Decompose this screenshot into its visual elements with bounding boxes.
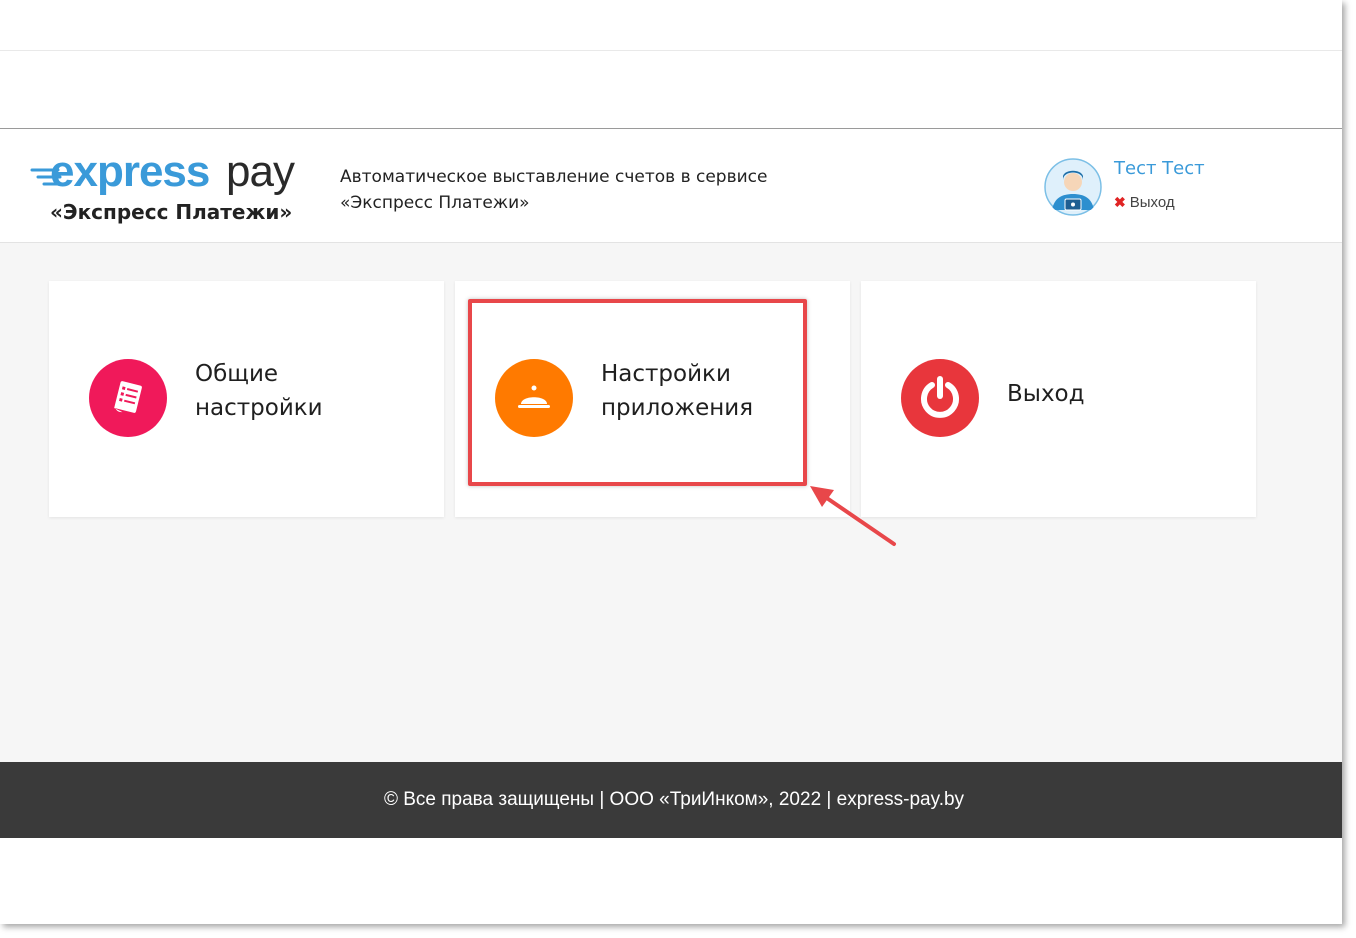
top-strip — [0, 0, 1342, 51]
browser-page: express pay «Экспресс Платежи» Автоматич… — [0, 0, 1342, 924]
expresspay-logo[interactable]: express pay «Экспресс Платежи» — [28, 144, 308, 234]
logo-subtitle: «Экспресс Платежи» — [50, 200, 293, 224]
general-settings-card[interactable]: Общие настройки — [49, 281, 444, 517]
main-content: Общие настройки Настройки приложения Вых… — [0, 243, 1342, 762]
user-avatar-icon[interactable] — [1044, 158, 1102, 216]
site-footer: © Все права защищены | ООО «ТриИнком», 2… — [0, 762, 1342, 838]
expresspay-logo-mark: express pay — [30, 147, 296, 196]
app-settings-label: Настройки приложения — [601, 361, 754, 421]
logo-brand-pay: pay — [226, 147, 295, 196]
header-logout-link[interactable]: ✖ Выход — [1114, 194, 1175, 211]
footer-copyright: © Все права защищены | ООО «ТриИнком», 2… — [383, 789, 965, 810]
power-icon — [901, 359, 979, 437]
document-list-icon — [89, 359, 167, 437]
header-tagline: Автоматическое выставление счетов в серв… — [340, 164, 860, 216]
site-header: express pay «Экспресс Платежи» Автоматич… — [0, 130, 1342, 243]
general-settings-label: Общие настройки — [195, 361, 323, 421]
logo-brand-express: express — [50, 147, 209, 196]
service-bell-icon — [495, 359, 573, 437]
tagline-line-2: «Экспресс Платежи» — [340, 193, 530, 213]
header-logout-label: Выход — [1129, 194, 1175, 211]
logout-card-label: Выход — [1007, 381, 1085, 407]
user-name-link[interactable]: Тест Тест — [1114, 158, 1205, 179]
blank-band — [0, 51, 1342, 129]
logout-card[interactable]: Выход — [861, 281, 1256, 517]
user-panel: Тест Тест ✖ Выход — [1044, 156, 1284, 218]
app-settings-card[interactable]: Настройки приложения — [455, 281, 850, 517]
tagline-line-1: Автоматическое выставление счетов в серв… — [340, 167, 768, 187]
close-x-icon: ✖ — [1114, 194, 1126, 210]
